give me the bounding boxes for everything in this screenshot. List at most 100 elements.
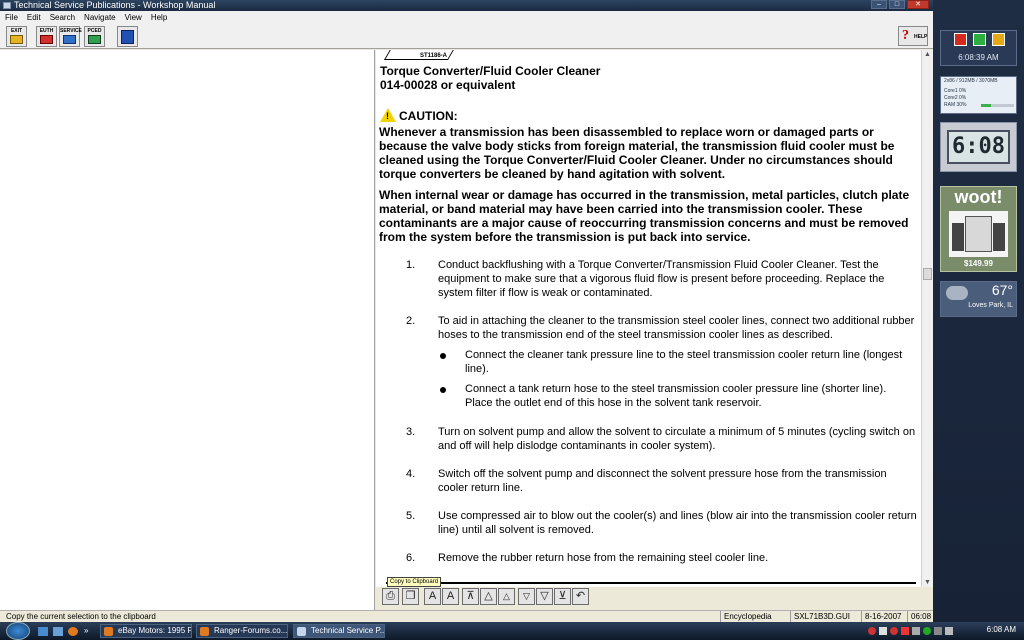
title-bar[interactable]: Technical Service Publications - Worksho… [0, 0, 933, 11]
task-ebay[interactable]: eBay Motors: 1995 F... [100, 624, 192, 638]
quicklaunch-icon[interactable] [53, 627, 63, 636]
text-smaller-icon[interactable]: A [442, 588, 459, 605]
ram-bar-fill [981, 104, 991, 107]
menu-help[interactable]: Help [151, 11, 167, 24]
product-shape [965, 216, 992, 252]
tool-heading: Torque Converter/Fluid Cooler Cleaner [380, 64, 601, 78]
scroll-down-icon[interactable]: ▼ [924, 579, 931, 586]
tool-part-number: 014-00028 or equivalent [380, 78, 516, 92]
previous-page-icon[interactable]: △ [498, 588, 515, 605]
pced-button-label: PCED [87, 28, 102, 34]
caution-label: CAUTION: [399, 109, 458, 123]
status-file: SXL71B3D.GUI [790, 611, 860, 622]
step-number: 6. [406, 552, 416, 564]
tray-icon[interactable] [912, 627, 920, 635]
exit-button-label: EXIT [10, 28, 23, 34]
firefox-icon[interactable] [68, 627, 78, 636]
euth-button[interactable]: EUTH [36, 26, 57, 47]
previous-section-icon[interactable]: △ [480, 588, 497, 605]
step-number: 4. [406, 468, 416, 480]
menu-file[interactable]: File [5, 11, 18, 24]
menu-view[interactable]: View [125, 11, 142, 24]
help-button[interactable]: ? HELP [898, 26, 928, 46]
digital-clock-gadget[interactable]: 6:08 [940, 122, 1017, 172]
first-page-icon[interactable]: ⊼ [462, 588, 479, 605]
bullet-icon [440, 387, 446, 393]
step-text: To aid in attaching the cleaner to the t… [438, 315, 915, 341]
task-ranger-forums[interactable]: Ranger-Forums.co... [196, 624, 288, 638]
cpu-core2: Core2 0% [944, 95, 967, 101]
cpu-core1: Core1 0% [944, 88, 967, 94]
woot-logo: woot! [954, 187, 1003, 207]
step-text: Turn on solvent pump and allow the solve… [438, 426, 916, 452]
step-text: Conduct backflushing with a Torque Conve… [438, 259, 885, 299]
menu-search[interactable]: Search [50, 11, 75, 24]
woot-gadget[interactable]: woot! $149.99 [940, 186, 1017, 272]
speaker-right [993, 223, 1005, 251]
document-pane[interactable]: ST1186-A Torque Converter/Fluid Cooler C… [376, 50, 921, 587]
close-button[interactable]: ✕ [907, 0, 929, 9]
last-page-icon[interactable]: ⊻ [554, 588, 571, 605]
status-time: 06:08 [907, 611, 933, 622]
quicklaunch-more-icon[interactable]: » [84, 626, 88, 635]
copy-icon[interactable]: ❐ [402, 588, 419, 605]
tray-icon[interactable] [901, 627, 909, 635]
cloud-icon [946, 286, 968, 300]
exit-button[interactable]: EXIT [6, 26, 27, 47]
scroll-thumb[interactable] [923, 268, 932, 280]
manual-button[interactable] [117, 26, 138, 47]
scroll-up-icon[interactable]: ▲ [924, 51, 931, 58]
network-icon[interactable] [934, 627, 942, 635]
menu-navigate[interactable]: Navigate [84, 11, 116, 24]
system-tray [868, 625, 980, 637]
cpu-meter-gadget[interactable]: 2x86 / 912MB / 3070MB Core1 0% Core2 0% … [940, 76, 1017, 114]
help-label: HELP [914, 34, 928, 40]
woot-product-image[interactable] [949, 211, 1008, 257]
window-controls: – □ ✕ [871, 0, 929, 11]
menu-edit[interactable]: Edit [27, 11, 41, 24]
text-larger-icon[interactable]: A [424, 588, 441, 605]
tray-icon[interactable] [879, 627, 887, 635]
workshop-manual-window: Technical Service Publications - Worksho… [0, 0, 933, 622]
tooltip: Copy to Clipboard [387, 577, 442, 587]
bullet-icon [440, 353, 446, 359]
status-bar: Copy the current selection to the clipbo… [0, 610, 933, 622]
ram-bar [981, 104, 1014, 107]
figure-fragment: ST1186-A [380, 50, 454, 62]
tray-icon[interactable] [890, 627, 898, 635]
volume-icon[interactable] [945, 627, 953, 635]
vertical-scrollbar[interactable]: ▲ ▼ [921, 50, 933, 587]
step-text: Switch off the solvent pump and disconne… [438, 468, 887, 494]
task-workshop-manual[interactable]: Technical Service P... [293, 624, 385, 638]
caution-heading: CAUTION: [380, 108, 458, 123]
show-desktop-icon[interactable] [38, 627, 48, 636]
window-title: Technical Service Publications - Worksho… [14, 0, 216, 10]
bullet-text: Connect a tank return hose to the steel … [465, 383, 887, 409]
taskbar-clock[interactable]: 6:08 AM [987, 625, 1016, 634]
service-button[interactable]: SERVICE [59, 26, 82, 47]
print-icon[interactable]: ⎙ [382, 588, 399, 605]
minimize-button[interactable]: – [871, 0, 887, 9]
restart-icon[interactable] [973, 33, 986, 46]
figure-code: ST1186-A [420, 53, 448, 59]
step-number: 2. [406, 315, 416, 327]
maximize-button[interactable]: □ [889, 0, 905, 9]
clock-gadget[interactable]: 6:08:39 AM [940, 30, 1017, 66]
horizontal-rule [376, 578, 921, 587]
back-icon[interactable]: ↶ [572, 588, 589, 605]
weather-temp: 67° [991, 282, 1013, 298]
next-page-icon[interactable]: ▽ [518, 588, 535, 605]
step-text: Use compressed air to blow out the coole… [438, 510, 917, 536]
next-section-icon[interactable]: ▽ [536, 588, 553, 605]
weather-gadget[interactable]: 67° Loves Park, IL [940, 281, 1017, 317]
tray-icon[interactable] [868, 627, 876, 635]
pced-button[interactable]: PCED [84, 26, 105, 47]
tray-icon[interactable] [923, 627, 931, 635]
caution-text: Whenever a transmission has been disasse… [379, 125, 895, 181]
internal-wear-text: When internal wear or damage has occurre… [379, 188, 910, 244]
help-icon: ? [902, 28, 909, 43]
start-button[interactable] [6, 622, 30, 640]
power-icon[interactable] [954, 33, 967, 46]
navigation-pane[interactable] [0, 50, 375, 610]
lock-icon[interactable] [992, 33, 1005, 46]
